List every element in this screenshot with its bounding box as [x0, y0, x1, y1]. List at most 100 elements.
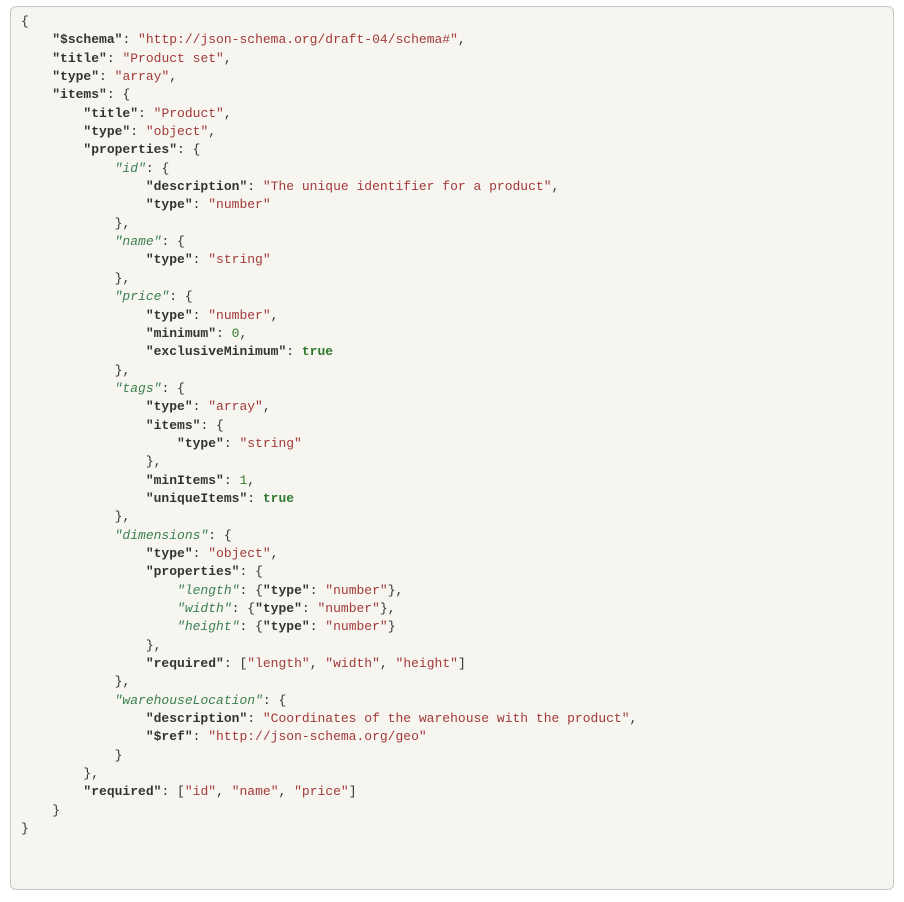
colon: :: [263, 693, 279, 708]
key-type: "type": [52, 69, 99, 84]
comma: ,: [122, 216, 130, 231]
colon: :: [239, 564, 255, 579]
comma: ,: [630, 711, 638, 726]
colon: :: [193, 197, 209, 212]
propkey-price: "price": [115, 289, 170, 304]
comma: ,: [271, 308, 279, 323]
brace-close: }: [380, 601, 388, 616]
code-block: { "$schema": "http://json-schema.org/dra…: [10, 6, 894, 890]
comma: ,: [271, 546, 279, 561]
comma: ,: [247, 473, 255, 488]
bracket-close: ]: [349, 784, 357, 799]
key-unique-items: "uniqueItems": [146, 491, 247, 506]
val-type-number: "number": [208, 197, 270, 212]
colon: :: [232, 601, 248, 616]
colon: :: [161, 234, 177, 249]
propkey-id: "id": [115, 161, 146, 176]
val-title-product: "Product": [154, 106, 224, 121]
bracket-open: [: [177, 784, 185, 799]
propkey-tags: "tags": [115, 381, 162, 396]
brace-open: {: [255, 619, 263, 634]
brace-open: {: [224, 528, 232, 543]
brace-open: {: [122, 87, 130, 102]
val-type-array: "array": [208, 399, 263, 414]
colon: :: [193, 399, 209, 414]
key-schema: "$schema": [52, 32, 122, 47]
propkey-height: "height": [177, 619, 239, 634]
brace-open: {: [177, 381, 185, 396]
val-type-string: "string": [239, 436, 301, 451]
key-type: "type": [83, 124, 130, 139]
key-type: "type": [263, 619, 310, 634]
brace-close: }: [146, 454, 154, 469]
val-type-number: "number": [208, 308, 270, 323]
colon: :: [224, 656, 240, 671]
colon: :: [177, 142, 193, 157]
val-true: true: [302, 344, 333, 359]
brace-open: {: [161, 161, 169, 176]
comma: ,: [122, 363, 130, 378]
brace-open: {: [247, 601, 255, 616]
val-type-number: "number": [317, 601, 379, 616]
key-title: "title": [83, 106, 138, 121]
colon: :: [161, 784, 177, 799]
colon: :: [193, 729, 209, 744]
comma: ,: [239, 326, 247, 341]
brace-close: }: [52, 803, 60, 818]
key-properties: "properties": [83, 142, 177, 157]
val-title-root: "Product set": [122, 51, 223, 66]
colon: :: [107, 51, 123, 66]
json-schema-code: { "$schema": "http://json-schema.org/dra…: [21, 13, 883, 838]
val-ref-geo: "http://json-schema.org/geo": [208, 729, 426, 744]
comma: ,: [263, 399, 271, 414]
propkey-dimensions: "dimensions": [115, 528, 209, 543]
propkey-length: "length": [177, 583, 239, 598]
comma: ,: [91, 766, 99, 781]
comma: ,: [380, 656, 396, 671]
comma: ,: [458, 32, 466, 47]
propkey-width: "width": [177, 601, 232, 616]
key-type: "type": [146, 546, 193, 561]
val-type-object: "object": [208, 546, 270, 561]
key-ref: "$ref": [146, 729, 193, 744]
propkey-name: "name": [115, 234, 162, 249]
colon: :: [302, 601, 318, 616]
val-req-width: "width": [325, 656, 380, 671]
val-schema-url: "http://json-schema.org/draft-04/schema#…: [138, 32, 458, 47]
val-req-name: "name": [232, 784, 279, 799]
comma: ,: [396, 583, 404, 598]
key-description: "description": [146, 711, 247, 726]
val-type-object: "object": [146, 124, 208, 139]
brace-open: {: [193, 142, 201, 157]
key-properties: "properties": [146, 564, 240, 579]
key-type: "type": [255, 601, 302, 616]
colon: :: [216, 326, 232, 341]
key-type: "type": [146, 252, 193, 267]
colon: :: [99, 69, 115, 84]
colon: :: [200, 418, 216, 433]
key-minimum: "minimum": [146, 326, 216, 341]
comma: ,: [279, 784, 295, 799]
colon: :: [146, 161, 162, 176]
colon: :: [122, 32, 138, 47]
val-desc-warehouse: "Coordinates of the warehouse with the p…: [263, 711, 630, 726]
val-true: true: [263, 491, 294, 506]
colon: :: [239, 583, 255, 598]
key-min-items: "minItems": [146, 473, 224, 488]
colon: :: [161, 381, 177, 396]
brace-open: {: [177, 234, 185, 249]
val-req-length: "length": [247, 656, 309, 671]
key-type: "type": [177, 436, 224, 451]
val-req-height: "height": [396, 656, 458, 671]
key-type: "type": [146, 308, 193, 323]
comma: ,: [154, 454, 162, 469]
colon: :: [169, 289, 185, 304]
colon: :: [239, 619, 255, 634]
colon: :: [286, 344, 302, 359]
brace-open: {: [216, 418, 224, 433]
val-type-string: "string": [208, 252, 270, 267]
val-desc-id: "The unique identifier for a product": [263, 179, 552, 194]
comma: ,: [310, 656, 326, 671]
key-required: "required": [146, 656, 224, 671]
colon: :: [193, 308, 209, 323]
